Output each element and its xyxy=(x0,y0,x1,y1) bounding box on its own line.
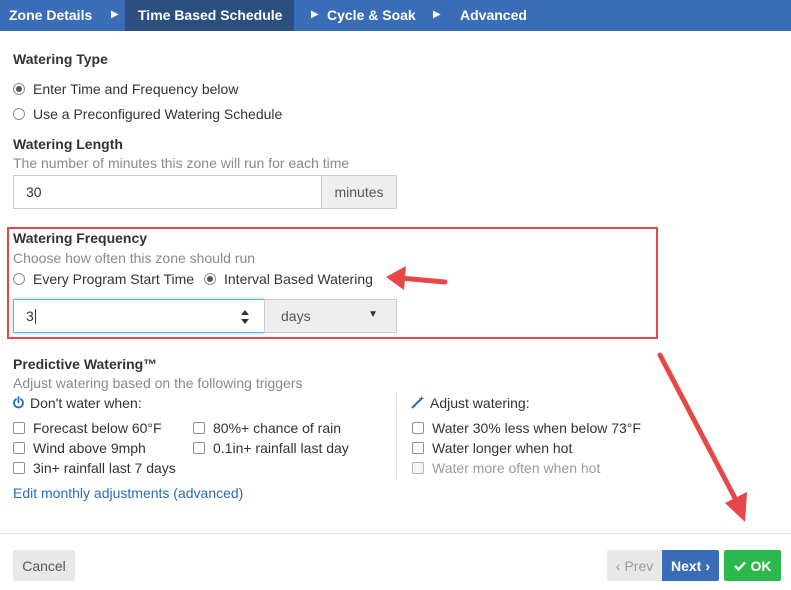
ok-button[interactable]: OK xyxy=(724,550,781,581)
annotation-arrows xyxy=(386,266,747,522)
footer-divider xyxy=(0,533,791,534)
ok-label: OK xyxy=(750,557,772,574)
next-label: Next xyxy=(670,557,702,574)
cancel-label: Cancel xyxy=(22,557,66,574)
prev-button[interactable]: ‹ Prev xyxy=(607,550,662,581)
prev-label: Prev xyxy=(624,557,654,574)
chevron-left-icon: ‹ xyxy=(615,557,621,574)
cancel-button[interactable]: Cancel xyxy=(13,550,75,581)
arrow-to-ok-button xyxy=(657,352,747,522)
next-button[interactable]: Next › xyxy=(662,550,719,581)
arrow-to-interval-option xyxy=(386,266,448,290)
checkmark-icon xyxy=(733,561,746,571)
chevron-right-icon: › xyxy=(705,557,711,574)
